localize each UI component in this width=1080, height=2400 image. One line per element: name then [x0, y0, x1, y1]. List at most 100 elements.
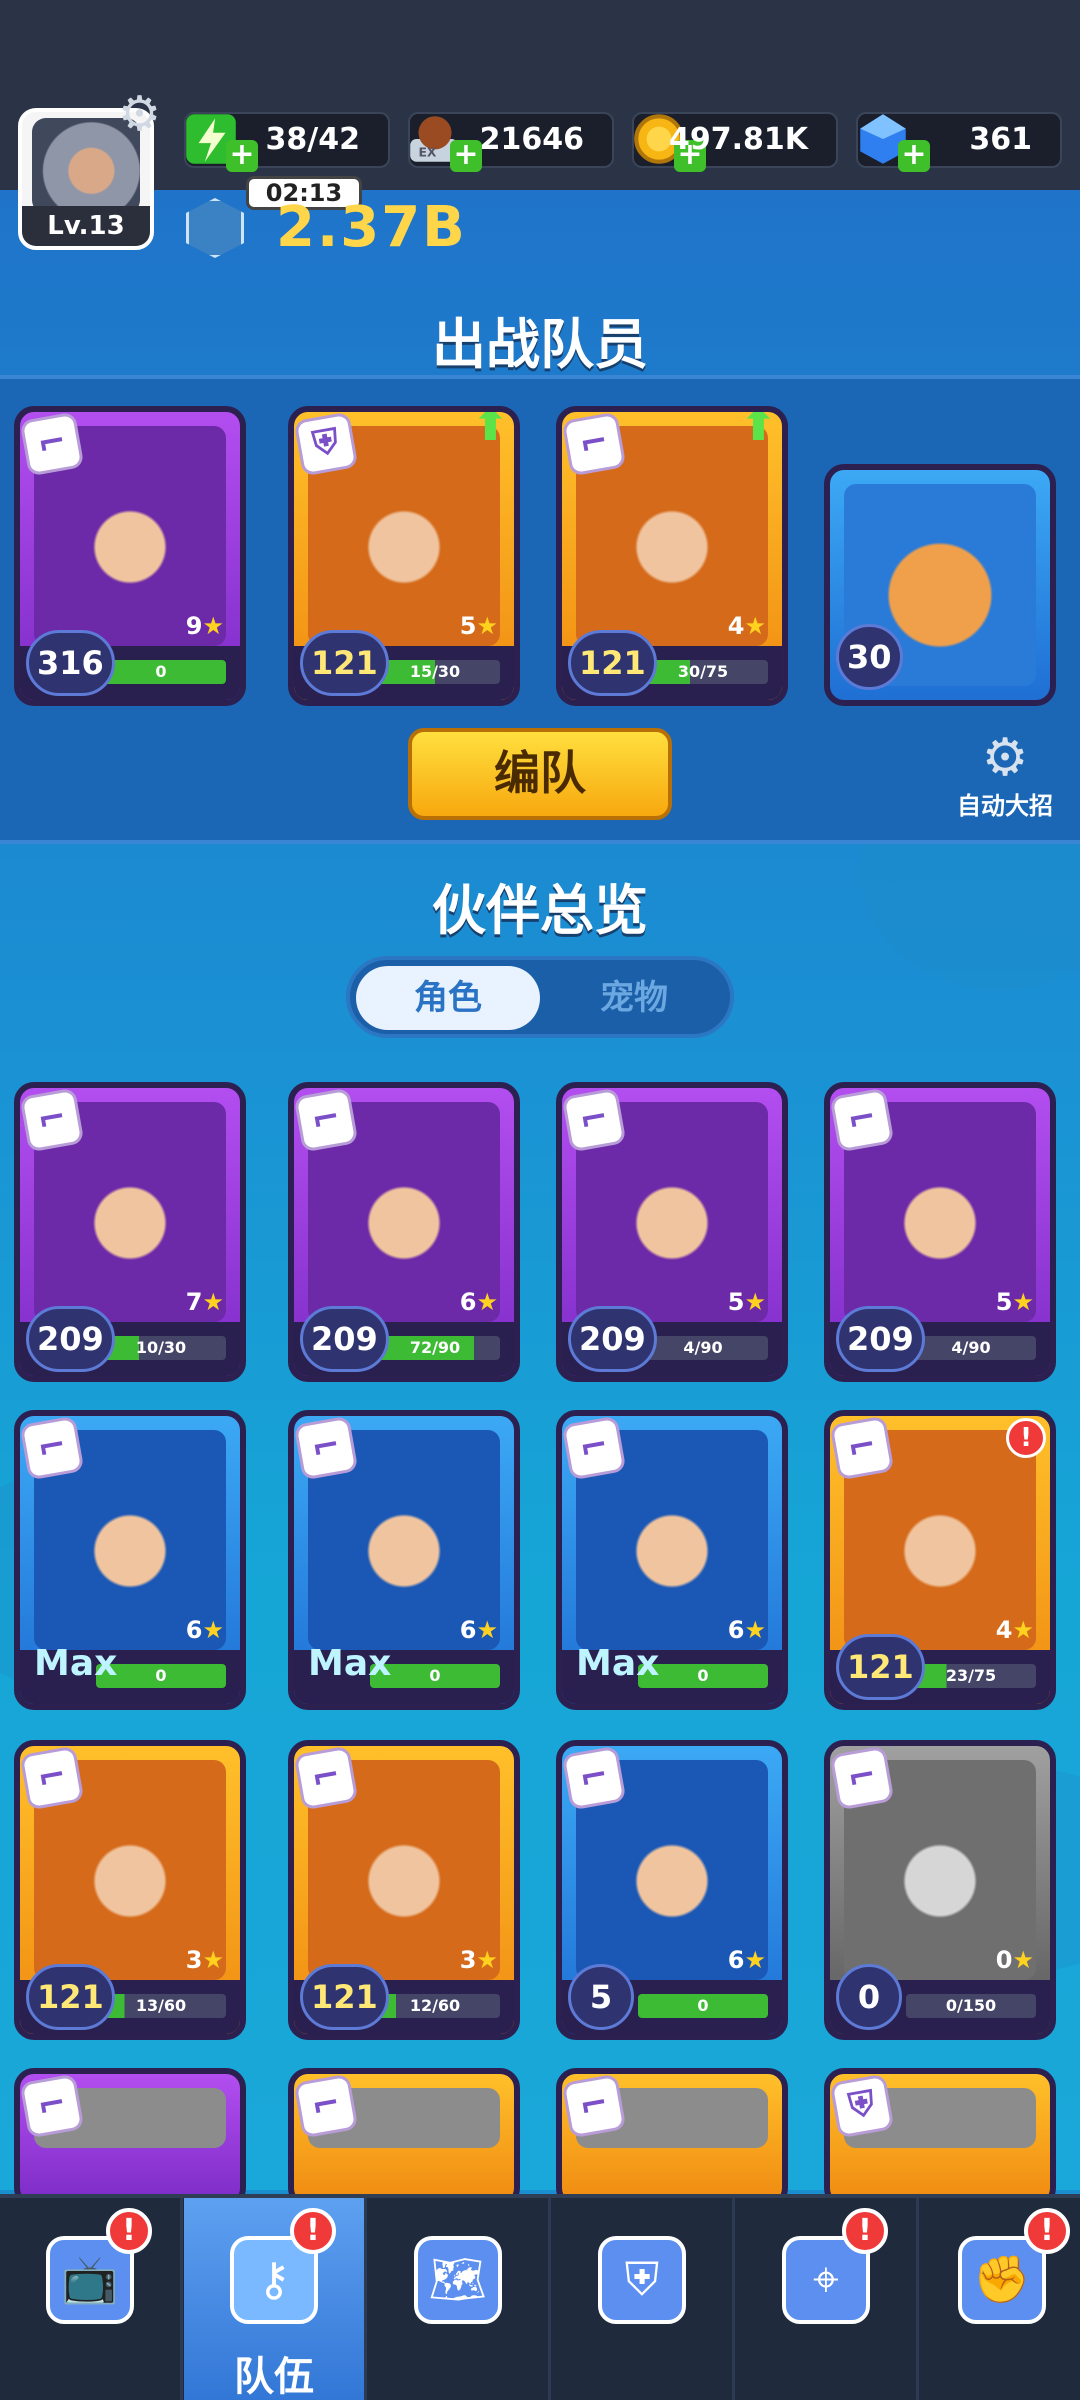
star-count: 5★ [995, 1288, 1034, 1316]
gear-icon: ⚙ [981, 728, 1029, 788]
pet-level: 30 [836, 624, 903, 690]
exp-food-pill[interactable]: EX + 21646 [408, 112, 614, 172]
hero-level: 316 [26, 630, 115, 696]
energy-pill[interactable]: + 38/42 [184, 112, 390, 172]
team-member-card[interactable]: ⛨ ⬆ 5★ 15/30 121 [288, 406, 520, 706]
hero-level: 209 [300, 1306, 389, 1372]
roster-card-partial[interactable]: ⛨ [824, 2068, 1056, 2208]
tab-characters[interactable]: 角色 [356, 966, 540, 1030]
gun-class-icon: ⌐ [830, 1088, 895, 1153]
roster-card[interactable]: ⌐ 0★ 0/150 0 [824, 1740, 1056, 2040]
shard-progress: 4/90 [906, 1336, 1036, 1360]
roster-card[interactable]: ⌐ 6★ 72/90 209 [288, 1082, 520, 1382]
roster-card-partial[interactable]: ⌐ [556, 2068, 788, 2208]
roster-card[interactable]: ⌐! 4★ 23/75 121 [824, 1410, 1056, 1710]
hero-level: 209 [26, 1306, 115, 1372]
star-count: 6★ [727, 1616, 766, 1644]
roster-card-partial[interactable]: ⌐ [14, 2068, 246, 2208]
roster-card[interactable]: ⌐ 5★ 4/90 209 [824, 1082, 1056, 1382]
auto-skill-toggle[interactable]: ⚙ 自动大招 [950, 730, 1060, 820]
shard-progress: 30/75 [638, 660, 768, 684]
star-count: 9★ [185, 612, 224, 640]
gun-class-icon: ⌐ [830, 1746, 895, 1811]
alert-badge: ! [1024, 2208, 1070, 2254]
star-count: 6★ [185, 1616, 224, 1644]
star-count: 7★ [185, 1288, 224, 1316]
shard-progress: 4/90 [638, 1336, 768, 1360]
nav-guild[interactable]: ✊ ! [920, 2198, 1080, 2400]
star-count: 6★ [459, 1288, 498, 1316]
nav-base[interactable]: ⛨ [552, 2198, 732, 2400]
star-count: 4★ [995, 1616, 1034, 1644]
tab-pets[interactable]: 宠物 [542, 966, 726, 1030]
roster-card[interactable]: ⌐ 6★ 0 Max [14, 1410, 246, 1710]
shard-progress: 15/30 [370, 660, 500, 684]
star-count: 3★ [459, 1946, 498, 1974]
pet-card[interactable]: 30 [824, 464, 1056, 706]
gun-class-icon: ⌐ [20, 2074, 85, 2139]
gear-icon[interactable]: ⚙ [118, 90, 161, 138]
shard-progress: 0 [638, 1994, 768, 2018]
gun-class-icon: ⌐ [562, 1416, 627, 1481]
player-level: Lv.13 [22, 206, 150, 246]
roster-card[interactable]: ⌐ 5★ 4/90 209 [556, 1082, 788, 1382]
roster-title: 伙伴总览 [432, 879, 648, 942]
shard-progress: 10/30 [96, 1336, 226, 1360]
star-count: 3★ [185, 1946, 224, 1974]
add-gem-button[interactable]: + [898, 140, 930, 172]
nav-battle[interactable]: 📺 ! [0, 2198, 180, 2400]
alert-badge: ! [1006, 1418, 1046, 1458]
shield-class-icon: ⛨ [830, 2074, 895, 2139]
gold-pill[interactable]: + 497.81K [632, 112, 838, 172]
team-member-card[interactable]: ⌐ 9★ 0 316 [14, 406, 246, 706]
roster-tab-switch[interactable]: 角色 宠物 [346, 956, 734, 1038]
hero-level: 121 [836, 1634, 925, 1700]
team-member-card[interactable]: ⌐ ⬆ 4★ 30/75 121 [556, 406, 788, 706]
upgrade-arrow-icon: ⬆ [472, 406, 509, 451]
hero-level: 121 [26, 1964, 115, 2030]
roster-card-partial[interactable]: ⌐ [288, 2068, 520, 2208]
map-icon: 🗺 [414, 2236, 502, 2324]
nav-map[interactable]: 🗺 [368, 2198, 548, 2400]
hero-level: Max [576, 1643, 660, 1684]
add-exp-button[interactable]: + [450, 140, 482, 172]
formation-button[interactable]: 编队 [408, 728, 672, 820]
gun-class-icon: ⌐ [20, 1416, 85, 1481]
star-count: 0★ [995, 1946, 1034, 1974]
hero-level: 209 [568, 1306, 657, 1372]
auto-skill-label: 自动大招 [957, 792, 1053, 820]
star-count: 6★ [459, 1616, 498, 1644]
add-energy-button[interactable]: + [226, 140, 258, 172]
upgrade-arrow-icon: ⬆ [740, 406, 777, 451]
roster-card[interactable]: ⌐ 6★ 0 5 [556, 1740, 788, 2040]
bottom-navigation: 📺 ! ⚷ ! 队伍 🗺 ⛨ ⌖ ! ✊ ! [0, 2194, 1080, 2400]
roster-card[interactable]: ⌐ 3★ 12/60 121 [288, 1740, 520, 2040]
shard-progress: 12/60 [370, 1994, 500, 2018]
gun-class-icon: ⌐ [294, 1416, 359, 1481]
gun-class-icon: ⌐ [562, 412, 627, 477]
alert-badge: ! [842, 2208, 888, 2254]
shield-class-icon: ⛨ [294, 412, 359, 477]
gun-class-icon: ⌐ [20, 1746, 85, 1811]
svg-text:EX: EX [418, 145, 436, 160]
hero-level: 0 [836, 1964, 902, 2030]
nav-team[interactable]: ⚷ ! 队伍 [184, 2198, 364, 2400]
shard-progress: 0/150 [906, 1994, 1036, 2018]
nav-team-label: 队伍 [234, 2354, 314, 2400]
gem-pill[interactable]: + 361 [856, 112, 1062, 172]
shard-progress: 23/75 [906, 1664, 1036, 1688]
roster-card[interactable]: ⌐ 3★ 13/60 121 [14, 1740, 246, 2040]
roster-card[interactable]: ⌐ 6★ 0 Max [288, 1410, 520, 1710]
gun-class-icon: ⌐ [20, 412, 85, 477]
star-count: 5★ [727, 1288, 766, 1316]
exp-food-value: 21646 [479, 122, 584, 157]
gun-class-icon: ⌐ [830, 1416, 895, 1481]
gun-class-icon: ⌐ [294, 2074, 359, 2139]
roster-card[interactable]: ⌐ 7★ 10/30 209 [14, 1082, 246, 1382]
star-count: 4★ [727, 612, 766, 640]
team-title: 出战队员 [432, 313, 648, 376]
roster-card[interactable]: ⌐ 6★ 0 Max [556, 1410, 788, 1710]
alert-badge: ! [290, 2208, 336, 2254]
nav-target[interactable]: ⌖ ! [736, 2198, 916, 2400]
shard-progress: 13/60 [96, 1994, 226, 2018]
